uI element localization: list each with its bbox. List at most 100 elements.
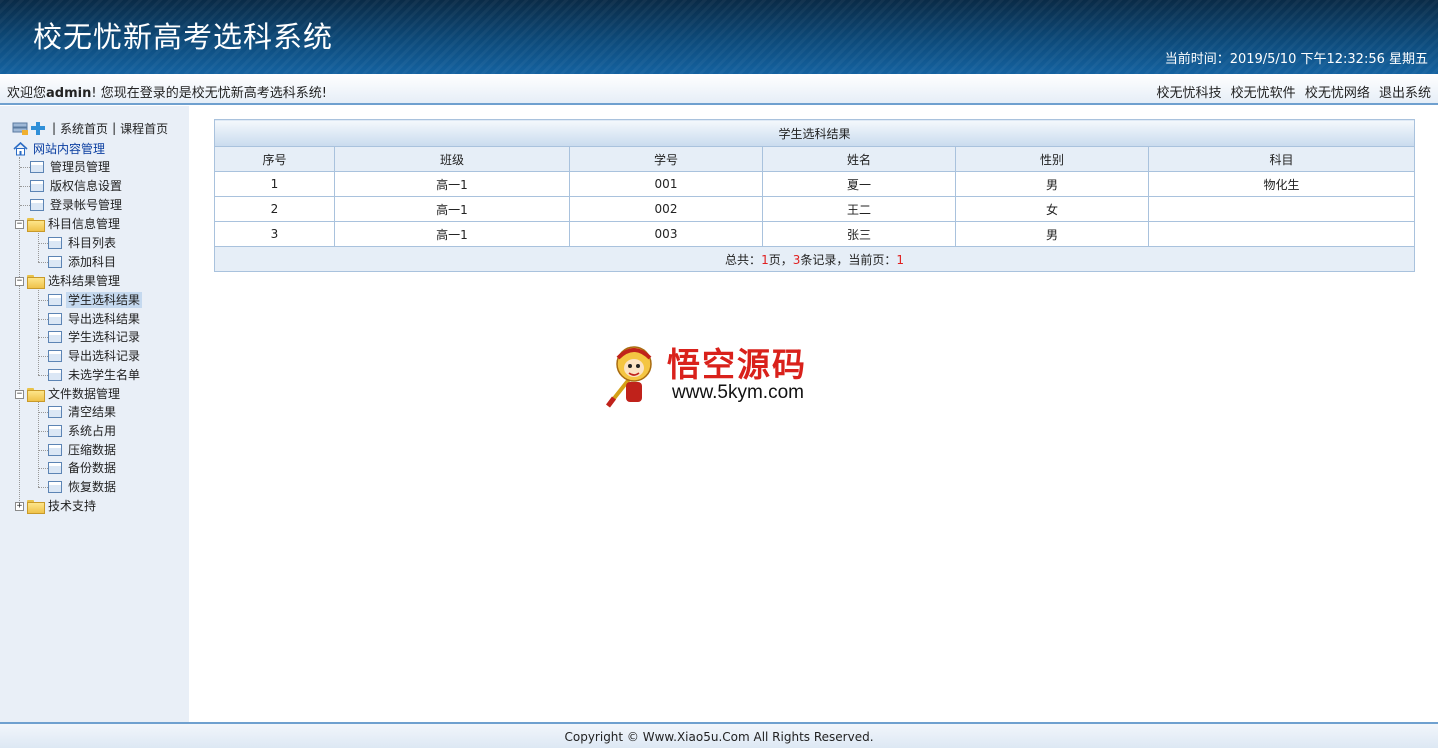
table-row: 1 高一1 001 夏一 男 物化生 [214,171,1416,197]
column-header-class: 班级 [334,146,570,172]
sidebar-item-copyright[interactable]: 版权信息设置 [28,177,124,195]
sidebar-item-label: 文件数据管理 [48,387,121,401]
footer: Copyright © Www.Xiao5u.Com All Rights Re… [0,722,1438,748]
sidebar-item-label: 选科结果管理 [48,274,121,288]
cell-gender: 男 [955,171,1149,197]
system-home-link[interactable]: 系统首页 [60,120,108,137]
sidebar-item-student-results[interactable]: 学生选科结果 [46,291,143,309]
footer-copyright: Copyright © Www.Xiao5u.Com All Rights Re… [564,730,874,744]
column-header-name: 姓名 [762,146,956,172]
pager-current-page: 1 [896,252,905,267]
add-icon[interactable] [30,121,46,135]
cell-subjects [1147,196,1416,222]
collapse-toggle[interactable]: − [15,219,24,229]
cell-subjects [1147,221,1416,247]
folder-icon [27,500,45,514]
sidebar-top-links: | 系统首页 | 课程首页 [12,120,168,136]
page-icon [30,180,44,192]
pager: 总共：1页，3条记录，当前页：1 [213,246,1416,272]
cell-index: 3 [214,221,335,247]
link-network[interactable]: 校无忧网络 [1305,86,1370,101]
separator-2: | [112,121,117,135]
page-icon [30,161,44,173]
top-links: 校无忧科技 校无忧软件 校无忧网络 退出系统 [1152,82,1431,101]
link-software[interactable]: 校无忧软件 [1231,86,1296,101]
sidebar-item-label: 导出选科记录 [68,349,141,363]
cell-class: 高一1 [334,221,570,247]
sidebar-item-admin-mgmt[interactable]: 管理员管理 [28,158,112,176]
sidebar-item-compress-data[interactable]: 压缩数据 [46,441,118,459]
sidebar-item-file-data-mgmt[interactable]: − 文件数据管理 [15,385,122,403]
table-caption: 学生选科结果 [214,119,1415,147]
sidebar-item-label: 技术支持 [48,499,97,513]
results-table: 学生选科结果 序号 班级 学号 姓名 性别 科目 1 高一1 001 夏一 男 … [213,119,1416,272]
sidebar-item-label: 压缩数据 [68,443,117,457]
link-tech[interactable]: 校无忧科技 [1157,86,1222,101]
cell-student-id: 003 [569,221,763,247]
sidebar-item-clear-results[interactable]: 清空结果 [46,403,118,421]
current-time: 当前时间：2019/5/10 下午12:32:56 星期五 [1164,52,1428,67]
sidebar-item-subject-info[interactable]: − 科目信息管理 [15,215,122,233]
folder-icon [27,275,45,289]
logout-link[interactable]: 退出系统 [1379,86,1431,101]
course-home-link[interactable]: 课程首页 [120,120,168,137]
sidebar-item-subject-list[interactable]: 科目列表 [46,234,118,252]
cell-index: 1 [214,171,335,197]
column-header-subjects: 科目 [1147,146,1416,172]
page-icon [48,331,62,343]
sidebar-item-unselected-list[interactable]: 未选学生名单 [46,366,142,384]
page-icon [48,350,62,362]
sidebar-item-tech-support[interactable]: + 技术支持 [15,497,98,515]
folder-icon [27,218,45,232]
page-icon [30,199,44,211]
watermark-logo: 悟空源码 www.5kym.com [604,338,836,412]
sidebar-item-backup-data[interactable]: 备份数据 [46,459,118,477]
page-icon [48,406,62,418]
cell-subjects: 物化生 [1147,171,1416,197]
sidebar-item-label: 恢复数据 [68,480,117,494]
sidebar-item-add-subject[interactable]: 添加科目 [46,253,118,271]
tree-line [19,157,20,505]
cell-index: 2 [214,196,335,222]
monkey-king-icon [606,346,652,408]
sidebar-item-label: 学生选科记录 [68,330,141,344]
column-header-gender: 性别 [955,146,1149,172]
sidebar-item-label: 登录帐号管理 [50,198,123,212]
sidebar-item-selection-result-mgmt[interactable]: − 选科结果管理 [15,272,122,290]
page-icon [48,256,62,268]
welcome-message: 欢迎您admin! 您现在登录的是校无忧新高考选科系统! [7,82,327,101]
expand-toggle[interactable]: + [15,501,24,511]
sidebar-item-restore-data[interactable]: 恢复数据 [46,478,118,496]
cell-gender: 男 [955,221,1149,247]
username: admin [46,86,92,101]
page-icon [48,444,62,456]
home-icon [13,142,28,156]
collapse-toggle[interactable]: − [15,389,24,399]
pager-total-pages: 1 [761,252,769,267]
sidebar-item-label: 未选学生名单 [68,368,141,382]
sidebar-item-login-account[interactable]: 登录帐号管理 [28,196,124,214]
sidebar-item-label: 清空结果 [68,405,117,419]
sidebar-item-student-records[interactable]: 学生选科记录 [46,328,142,346]
sidebar-item-export-records[interactable]: 导出选科记录 [46,347,142,365]
page-icon [48,237,62,249]
sidebar-item-label: 备份数据 [68,461,117,475]
sidebar-item-label: 学生选科结果 [66,292,143,308]
sidebar-item-label: 科目信息管理 [48,217,121,231]
table-row: 2 高一1 002 王二 女 [214,196,1416,222]
pager-text: 总共： [725,252,762,267]
page-icon [48,481,62,493]
separator-1: | [52,121,57,135]
cell-name: 王二 [762,196,956,222]
sidebar-item-export-results[interactable]: 导出选科结果 [46,310,142,328]
sidebar: | 系统首页 | 课程首页 网站内容管理 管理员管理 版权信息设置 登录帐号管理… [0,106,189,722]
watermark-url: www.5kym.com [672,382,804,403]
sidebar-item-label: 科目列表 [68,236,117,250]
sidebar-item-label: 版权信息设置 [50,179,123,193]
cell-name: 张三 [762,221,956,247]
page-icon [48,313,62,325]
sidebar-item-label: 系统占用 [68,424,117,438]
sidebar-item-system-usage[interactable]: 系统占用 [46,422,118,440]
sidebar-item-root[interactable]: 网站内容管理 [13,140,107,158]
collapse-toggle[interactable]: − [15,276,24,286]
